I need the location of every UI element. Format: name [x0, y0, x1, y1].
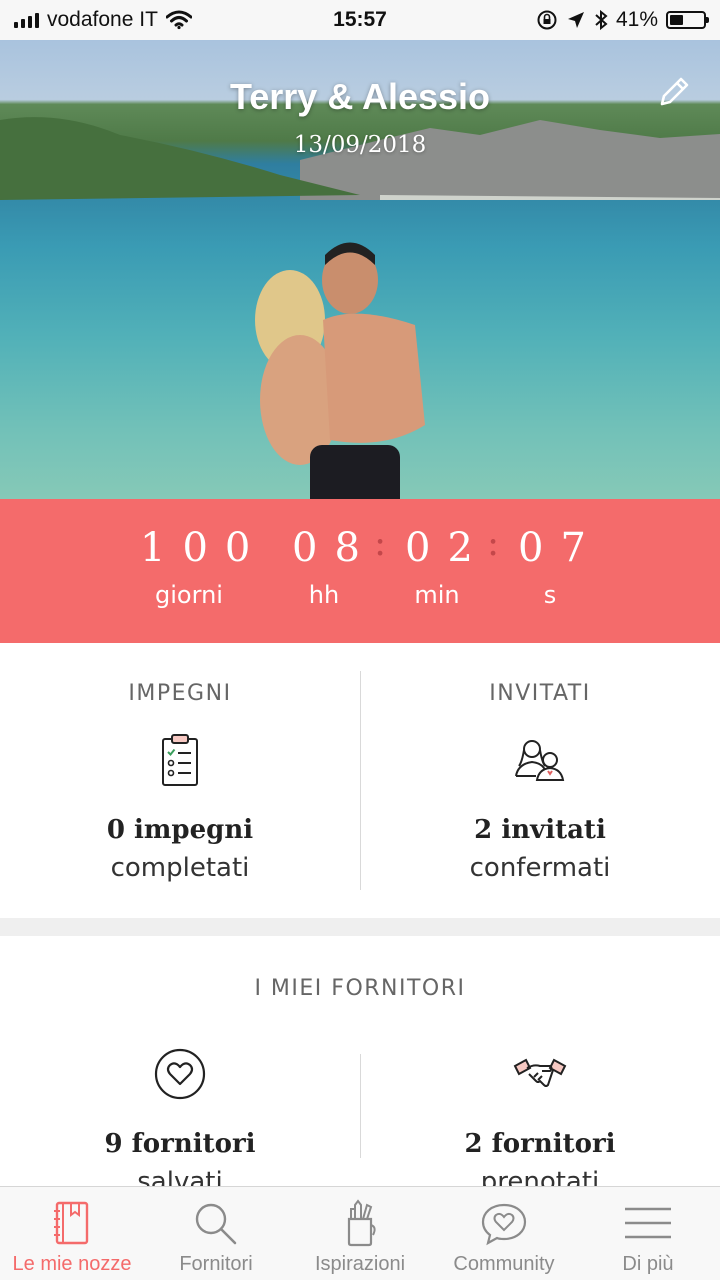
- wedding-date: 13/09/2018: [293, 132, 427, 158]
- countdown-minutes-label: min: [414, 581, 460, 609]
- countdown-hours-label: hh: [308, 581, 340, 609]
- guests-heading: INVITATI: [489, 681, 591, 706]
- status-left: vodafone IT: [14, 8, 192, 32]
- tab-label: Community: [453, 1253, 555, 1275]
- countdown-seconds-label: s: [543, 581, 557, 609]
- guests-couple-icon: [515, 740, 565, 781]
- tab-label: Le mie nozze: [12, 1253, 132, 1275]
- couple-figure: [255, 242, 425, 499]
- signal-icon: [14, 12, 39, 28]
- saved-suppliers-count: 9 fornitori: [104, 1129, 256, 1159]
- handshake-icon: [513, 1058, 567, 1087]
- menu-icon: [625, 1207, 671, 1239]
- section-divider: [0, 918, 720, 936]
- tasks-status: completati: [110, 853, 250, 883]
- countdown-days: 100: [140, 525, 268, 571]
- tasks-heading: IMPEGNI: [128, 681, 232, 706]
- wedding-countdown: 100 08 : 02 : 07 giorni hh min s: [0, 499, 720, 643]
- battery-icon: [666, 11, 709, 29]
- booked-suppliers-status: prenotati: [480, 1167, 600, 1186]
- booked-suppliers-card[interactable]: 2 fornitori prenotati: [360, 1026, 720, 1186]
- bottom-tab-bar: Le mie nozze Fornitori Ispirazioni Commu…: [0, 1186, 720, 1280]
- couple-names: Terry & Alessio: [229, 76, 491, 117]
- wifi-icon: [165, 10, 192, 30]
- suppliers-heading: I MIEI FORNITORI: [254, 976, 466, 1001]
- tab-label: Ispirazioni: [314, 1253, 406, 1275]
- summary-stats: IMPEGNI 0 impegni completati INVITATI 2 …: [0, 643, 720, 918]
- countdown-hours: 08: [292, 525, 377, 571]
- guests-count: 2 invitati: [474, 815, 606, 845]
- suppliers-row: 9 fornitori salvati 2 fornitori prenotat…: [0, 1026, 720, 1186]
- tab-fornitori[interactable]: Fornitori: [144, 1187, 288, 1280]
- edit-pencil-icon[interactable]: [654, 72, 694, 112]
- search-icon: [195, 1203, 237, 1245]
- guests-card[interactable]: INVITATI 2 invitati confermati: [360, 643, 720, 918]
- countdown-days-label: giorni: [155, 581, 223, 609]
- countdown-minutes: 02: [405, 525, 490, 571]
- battery-percent: 41%: [615, 8, 658, 31]
- carrier-label: vodafone IT: [47, 8, 158, 31]
- tab-community[interactable]: Community: [432, 1187, 576, 1280]
- rotation-lock-icon: [537, 10, 557, 30]
- tab-label: Fornitori: [179, 1253, 253, 1275]
- tab-ispirazioni[interactable]: Ispirazioni: [288, 1187, 432, 1280]
- chat-heart-icon: [481, 1203, 527, 1246]
- clipboard-checklist-icon: [162, 734, 198, 786]
- my-suppliers-section: I MIEI FORNITORI 9 fornitori salvati 2 f…: [0, 936, 720, 1186]
- saved-suppliers-status: salvati: [137, 1167, 223, 1186]
- pencil-cup-icon: [347, 1199, 376, 1247]
- notebook-icon: [54, 1201, 89, 1245]
- countdown-seconds: 07: [518, 525, 603, 571]
- tab-label: Di più: [622, 1253, 674, 1275]
- tasks-card[interactable]: IMPEGNI 0 impegni completati: [0, 643, 360, 918]
- status-bar: vodafone IT 15:57 41%: [0, 0, 720, 40]
- countdown-separator: :: [487, 523, 500, 564]
- tab-le-mie-nozze[interactable]: Le mie nozze: [0, 1187, 144, 1280]
- guests-status: confermati: [469, 853, 611, 883]
- bluetooth-icon: [595, 9, 608, 31]
- booked-suppliers-count: 2 fornitori: [464, 1129, 616, 1159]
- location-arrow-icon: [567, 12, 584, 28]
- saved-suppliers-card[interactable]: 9 fornitori salvati: [0, 1026, 360, 1186]
- tasks-count: 0 impegni: [106, 815, 254, 845]
- heart-circle-icon: [154, 1048, 206, 1100]
- status-right: 41%: [536, 8, 709, 32]
- hero-photo: Terry & Alessio 13/09/2018: [0, 40, 720, 499]
- countdown-separator: :: [374, 523, 387, 564]
- tab-di-piu[interactable]: Di più: [576, 1187, 720, 1280]
